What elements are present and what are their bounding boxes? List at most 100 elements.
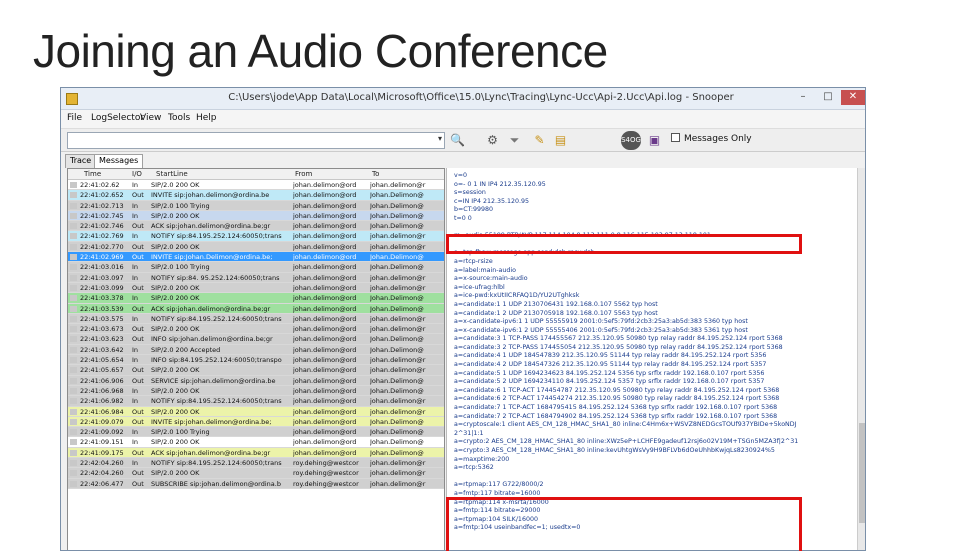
detail-scrollbar[interactable] xyxy=(857,168,865,550)
table-row[interactable]: 22:41:09.092 In SIP/2.0 100 Trying johan.de… xyxy=(68,427,444,438)
cell-io: Out xyxy=(132,335,144,344)
column-time[interactable]: Time xyxy=(84,170,101,178)
window-title: C:\Users\jode\App Data\Local\Microsoft\O… xyxy=(228,92,734,103)
sdp-line: a=candidate:4 1 UDP 184547839 212.35.120… xyxy=(454,352,767,360)
sdp-line: o=- 0 1 IN IP4 212.35.120.95 xyxy=(454,180,546,188)
table-row[interactable]: 22:42:04.260 Out SIP/2.0 200 OK roy.dehing@… xyxy=(68,468,444,479)
table-row[interactable]: 22:41:02.62 In SIP/2.0 200 OK johan.delimon… xyxy=(68,180,444,191)
table-row[interactable]: 22:41:03.097 In NOTIFY sip:84. 95.252.124:… xyxy=(68,272,444,283)
table-row[interactable]: 22:41:02.770 Out SIP/2.0 200 OK johan.delim… xyxy=(68,241,444,253)
table-row[interactable]: 22:41:09.151 In SIP/2.0 200 OK johan.delimo… xyxy=(68,437,444,448)
cell-from: johan.delimon@ord xyxy=(293,366,357,375)
table-row[interactable]: 22:41:09.079 Out INVITE sip:johan.delimon@… xyxy=(68,416,444,428)
minimize-button[interactable]: – xyxy=(791,90,815,105)
pin-icon[interactable]: ✎ xyxy=(531,132,548,149)
cell-time: 22:41:06.906 xyxy=(80,376,124,385)
cell-io: Out xyxy=(132,376,144,385)
menu-logselector[interactable]: LogSelector xyxy=(91,113,144,123)
cell-startline: SUBSCRIBE sip:johan.delimon@ordina.b xyxy=(151,479,281,488)
cell-io: In xyxy=(132,438,139,447)
table-row[interactable]: 22:41:09.175 Out ACK sip:johan.delimon@ord… xyxy=(68,447,444,459)
cell-startline: SIP/2.0 200 OK xyxy=(151,325,200,334)
window-icon[interactable]: ▣ xyxy=(646,132,663,149)
messages-only-label: Messages Only xyxy=(684,134,752,144)
scrollbar-thumb[interactable] xyxy=(859,423,865,523)
settings-icon[interactable]: ⚙ xyxy=(484,132,501,149)
tab-strip: Trace Messages xyxy=(61,152,441,168)
messages-only-checkbox[interactable]: Messages Only xyxy=(671,133,752,144)
table-row[interactable]: 22:41:03.642 In SIP/2.0 200 Accepted johan.… xyxy=(68,344,444,356)
table-row[interactable]: 22:41:03.539 Out ACK sip:johan.delimon@ord… xyxy=(68,303,444,314)
chevron-down-icon[interactable]: ▾ xyxy=(438,134,442,143)
tab-trace[interactable]: Trace xyxy=(65,154,97,168)
table-row[interactable]: 22:41:06.968 In SIP/2.0 200 OK johan.delimo… xyxy=(68,385,444,397)
table-row[interactable]: 22:41:02.652 Out INVITE sip:johan.delimon@… xyxy=(68,190,444,201)
cell-time: 22:41:03.378 xyxy=(80,294,124,303)
table-row[interactable]: 22:41:03.623 Out INFO sip:johan.delimon@or… xyxy=(68,334,444,345)
tab-messages[interactable]: Messages xyxy=(94,154,144,168)
table-row[interactable]: 22:41:02.969 Out INVITE sip:Johan.Delimon@… xyxy=(68,252,444,263)
cell-from: johan.delimon@ord xyxy=(293,376,357,385)
table-row[interactable]: 22:41:06.906 Out SERVICE sip:johan.delimon… xyxy=(68,375,444,386)
menu-help[interactable]: Help xyxy=(196,113,217,123)
table-row[interactable]: 22:41:03.016 In SIP/2.0 100 Trying johan.de… xyxy=(68,262,444,273)
table-row[interactable]: 22:41:03.575 In NOTIFY sip:84.195.252.124:… xyxy=(68,313,444,325)
cell-from: johan.delimon@ord xyxy=(293,181,357,189)
table-row[interactable]: 22:42:04.260 In NOTIFY sip:84.195.252.124:… xyxy=(68,458,444,469)
menu-view[interactable]: View xyxy=(140,113,161,123)
cell-from: johan.delimon@ord xyxy=(293,253,357,262)
table-row[interactable]: 22:41:05.654 In INFO sip:84.195.252.124:60… xyxy=(68,355,444,366)
cell-time: 22:41:09.175 xyxy=(80,448,124,457)
search-icon[interactable]: 🔍 xyxy=(449,132,466,149)
column-from[interactable]: From xyxy=(295,170,312,178)
column-io[interactable]: I/O xyxy=(132,170,142,178)
table-row[interactable]: 22:41:06.984 Out SIP/2.0 200 OK johan.delim… xyxy=(68,406,444,417)
cell-from: johan.delimon@ord xyxy=(293,304,357,313)
table-row[interactable]: 22:42:06.477 Out SUBSCRIBE sip:johan.delim… xyxy=(68,478,444,489)
column-startline[interactable]: StartLine xyxy=(156,170,188,178)
row-selector xyxy=(70,357,77,364)
cell-startline: SIP/2.0 200 OK xyxy=(151,242,200,251)
cell-time: 22:41:03.642 xyxy=(80,345,124,354)
cell-time: 22:42:04.260 xyxy=(80,459,124,468)
menu-tools[interactable]: Tools xyxy=(168,113,190,123)
row-selector xyxy=(70,460,77,467)
row-selector xyxy=(70,295,77,302)
cell-io: In xyxy=(132,211,139,220)
cell-to: johan.delimon@r xyxy=(370,325,426,334)
cell-io: Out xyxy=(132,325,144,334)
table-row[interactable]: 22:41:03.378 In SIP/2.0 200 OK johan.delimo… xyxy=(68,293,444,304)
close-button[interactable]: ✕ xyxy=(841,90,865,105)
table-row[interactable]: 22:41:03.673 Out SIP/2.0 200 OK johan.delim… xyxy=(68,324,444,335)
maximize-button[interactable]: □ xyxy=(816,90,840,105)
highlight-codec-lines xyxy=(446,497,802,551)
row-selector xyxy=(70,387,77,394)
sdp-line: a=candidate:5 1 UDP 1694234623 84.195.25… xyxy=(454,369,765,377)
cell-to: johan.delimon@r xyxy=(370,469,426,478)
window-titlebar: C:\Users\jode\App Data\Local\Microsoft\O… xyxy=(61,88,865,110)
menu-file[interactable]: File xyxy=(67,113,82,123)
table-row[interactable]: 22:41:05.657 Out SIP/2.0 200 OK johan.delim… xyxy=(68,365,444,376)
cell-to: Johan.Delimon@ xyxy=(370,201,424,210)
table-row[interactable]: 22:41:06.982 In NOTIFY sip:84.195.252.124:… xyxy=(68,396,444,407)
cell-from: johan.delimon@ord xyxy=(293,397,357,406)
table-row[interactable]: 22:41:02.746 Out ACK sip:johan.delimon@ord… xyxy=(68,221,444,232)
folder-icon[interactable]: ▤ xyxy=(552,132,569,149)
row-selector xyxy=(70,223,77,230)
cell-time: 22:41:03.623 xyxy=(80,335,124,344)
svg-button[interactable]: S4OG xyxy=(621,131,641,150)
table-row[interactable]: 22:41:02.713 In SIP/2.0 100 Trying johan.de… xyxy=(68,200,444,211)
filter-icon[interactable]: ⏷ xyxy=(506,132,523,149)
cell-startline: INVITE sip:johan.delimon@ordina.be xyxy=(151,191,270,200)
cell-from: roy.dehing@westcor xyxy=(293,479,359,488)
search-input[interactable]: ▾ xyxy=(67,132,445,149)
table-row[interactable]: 22:41:02.769 In NOTIFY sip:84.195.252.124:… xyxy=(68,231,444,242)
table-row[interactable]: 22:41:02.745 In SIP/2.0 200 OK johan.delimo… xyxy=(68,210,444,222)
cell-from: johan.delimon@ord xyxy=(293,222,357,231)
column-to[interactable]: To xyxy=(372,170,379,178)
sdp-line: a=candidate:1 2 UDP 2130705918 192.168.0… xyxy=(454,309,658,317)
cell-time: 22:41:09.079 xyxy=(80,417,124,426)
checkbox-box[interactable] xyxy=(671,133,680,142)
table-row[interactable]: 22:41:03.099 Out SIP/2.0 200 OK johan.delim… xyxy=(68,282,444,294)
message-grid: Time I/O StartLine From To 22:41:02.62 In… xyxy=(67,168,445,550)
